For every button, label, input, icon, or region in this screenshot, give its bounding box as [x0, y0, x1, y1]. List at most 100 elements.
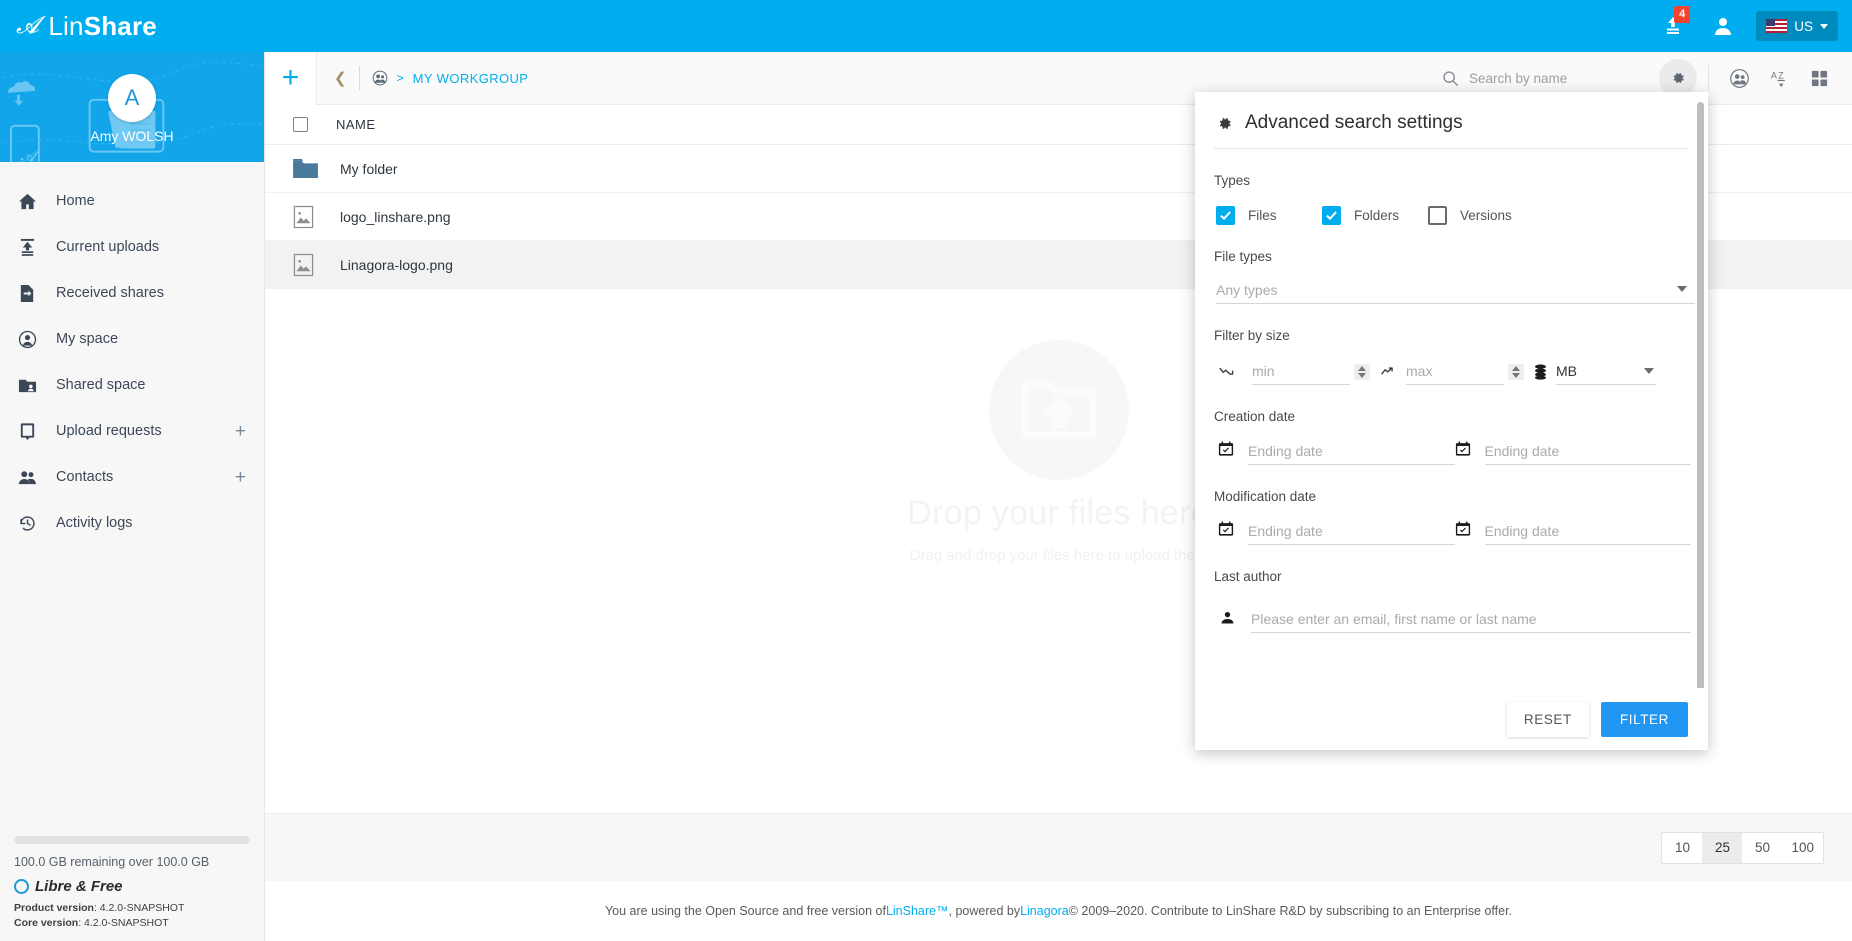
storage-summary: 100.0 GB remaining over 100.0 GB Libre &… — [0, 835, 264, 941]
advanced-search-title: Advanced search settings — [1245, 112, 1463, 133]
image-file-icon — [293, 253, 319, 277]
last-author-label: Last author — [1214, 569, 1282, 584]
libre-free-badge: Libre & Free — [14, 878, 250, 895]
column-header-name[interactable]: NAME — [336, 117, 376, 132]
size-label: Filter by size — [1214, 328, 1290, 343]
add-contact-button[interactable]: + — [235, 468, 246, 487]
min-size-placeholder: min — [1252, 363, 1275, 379]
versions-checkbox[interactable] — [1428, 206, 1447, 225]
add-upload-request-button[interactable]: + — [235, 422, 246, 441]
dropzone-icon-circle — [988, 340, 1129, 480]
page-size-50[interactable]: 50 — [1742, 833, 1782, 863]
sidebar-item-label: Contacts — [56, 469, 114, 485]
modification-date-to[interactable]: Ending date — [1455, 518, 1691, 545]
person-icon — [1220, 610, 1235, 630]
min-size-input[interactable]: min — [1252, 358, 1350, 385]
breadcrumb-separator: > — [396, 71, 404, 85]
linshare-link[interactable]: LinShare™ — [886, 904, 949, 918]
sidebar-item-current-uploads[interactable]: Current uploads — [0, 224, 264, 270]
size-unit-select[interactable]: MB — [1556, 358, 1656, 385]
row-name: logo_linshare.png — [340, 208, 451, 225]
libre-icon — [14, 878, 29, 894]
advanced-search-actions: RESET FILTER — [1195, 688, 1708, 750]
filter-button[interactable]: FILTER — [1600, 701, 1688, 737]
page-size-25[interactable]: 25 — [1702, 832, 1743, 863]
sidebar-item-contacts[interactable]: Contacts + — [0, 454, 264, 500]
sort-az-button[interactable]: A Z — [1760, 59, 1798, 97]
calendar-icon[interactable] — [1455, 441, 1471, 462]
modification-date-from[interactable]: Ending date — [1218, 518, 1455, 545]
calendar-icon[interactable] — [1218, 521, 1234, 542]
page-footer: You are using the Open Source and free v… — [265, 881, 1852, 941]
language-selector[interactable]: US — [1756, 11, 1838, 41]
dropzone-subtitle: Drag and drop your files here to upload … — [909, 547, 1208, 564]
version-info: Product version: 4.2.0-SNAPSHOT Core ver… — [14, 901, 250, 931]
workgroup-icon[interactable] — [372, 70, 388, 86]
size-unit-value: MB — [1556, 363, 1577, 379]
add-button[interactable]: + — [265, 51, 317, 105]
top-bar-actions: 4 US — [1650, 0, 1838, 52]
sidebar-item-label: Current uploads — [56, 239, 160, 255]
modification-date-row: Ending date Ending date — [1212, 518, 1691, 545]
sidebar-item-my-space[interactable]: My space — [0, 316, 264, 362]
product-version-label: Product version — [14, 901, 94, 914]
app-logo[interactable]: 𝓐 LinShare — [16, 11, 157, 42]
linagora-link[interactable]: Linagora — [1020, 904, 1069, 918]
type-label: Files — [1248, 208, 1277, 223]
sidebar-item-label: Activity logs — [56, 515, 133, 531]
max-size-stepper[interactable] — [1508, 363, 1524, 380]
chevron-down-icon — [1677, 285, 1687, 292]
reset-button[interactable]: RESET — [1506, 701, 1589, 737]
types-options: Files Folders Versions — [1212, 206, 1691, 225]
shared-space-icon — [18, 376, 56, 395]
sidebar-item-home[interactable]: Home — [0, 178, 264, 224]
max-size-input[interactable]: max — [1406, 358, 1504, 385]
sort-alpha-icon: A Z — [1770, 70, 1785, 87]
footer-text-1: You are using the Open Source and free v… — [604, 904, 886, 918]
sidebar-item-activity-logs[interactable]: Activity logs — [0, 500, 264, 546]
divider — [358, 66, 360, 90]
members-icon — [1729, 68, 1749, 88]
received-shares-icon — [18, 284, 56, 303]
calendar-icon[interactable] — [1455, 521, 1471, 542]
sidebar-nav: Home Current uploads Received shares My … — [0, 162, 264, 546]
chevron-down-icon — [1820, 23, 1828, 29]
files-checkbox[interactable] — [1216, 206, 1235, 225]
calendar-icon[interactable] — [1218, 441, 1234, 462]
breadcrumb-current[interactable]: MY WORKGROUP — [413, 71, 529, 86]
creation-date-to[interactable]: Ending date — [1455, 438, 1691, 465]
footer-text-3: © 2009–2020. Contribute to LinShare R&D … — [1068, 904, 1513, 918]
panel-scrollbar[interactable] — [1697, 102, 1704, 688]
min-size-stepper[interactable] — [1354, 363, 1370, 380]
back-button[interactable]: ❮ — [334, 69, 347, 87]
modification-date-from-placeholder: Ending date — [1248, 523, 1323, 539]
max-size-icon — [1370, 363, 1406, 380]
sidebar-item-shared-space[interactable]: Shared space — [0, 362, 264, 408]
select-all-checkbox[interactable] — [293, 117, 308, 132]
members-button[interactable] — [1720, 59, 1758, 97]
modification-date-to-placeholder: Ending date — [1484, 523, 1560, 539]
row-name: Linagora-logo.png — [340, 256, 453, 273]
check-icon — [1326, 211, 1337, 221]
sidebar-item-received-shares[interactable]: Received shares — [0, 270, 264, 316]
user-account-button[interactable] — [1700, 0, 1746, 52]
divider — [1708, 65, 1709, 91]
type-option-versions[interactable]: Versions — [1428, 206, 1512, 225]
breadcrumb: ❮ > MY WORKGROUP — [317, 66, 528, 90]
sidebar-item-label: Upload requests — [56, 423, 162, 439]
type-option-files[interactable]: Files — [1216, 206, 1322, 225]
file-types-select[interactable]: Any types — [1212, 277, 1695, 304]
grid-view-button[interactable] — [1800, 59, 1838, 97]
current-uploads-button[interactable]: 4 — [1650, 0, 1696, 52]
storage-unit-icon — [1524, 364, 1556, 380]
type-label: Folders — [1354, 208, 1400, 223]
page-size-10[interactable]: 10 — [1662, 833, 1702, 863]
creation-date-from[interactable]: Ending date — [1218, 438, 1455, 465]
creation-date-to-placeholder: Ending date — [1484, 443, 1560, 459]
search-input[interactable] — [1469, 70, 1657, 86]
folders-checkbox[interactable] — [1322, 206, 1341, 225]
page-size-100[interactable]: 100 — [1782, 833, 1823, 863]
type-option-folders[interactable]: Folders — [1322, 206, 1428, 225]
last-author-placeholder: Please enter an email, first name or las… — [1251, 611, 1537, 627]
sidebar-item-upload-requests[interactable]: Upload requests + — [0, 408, 264, 454]
